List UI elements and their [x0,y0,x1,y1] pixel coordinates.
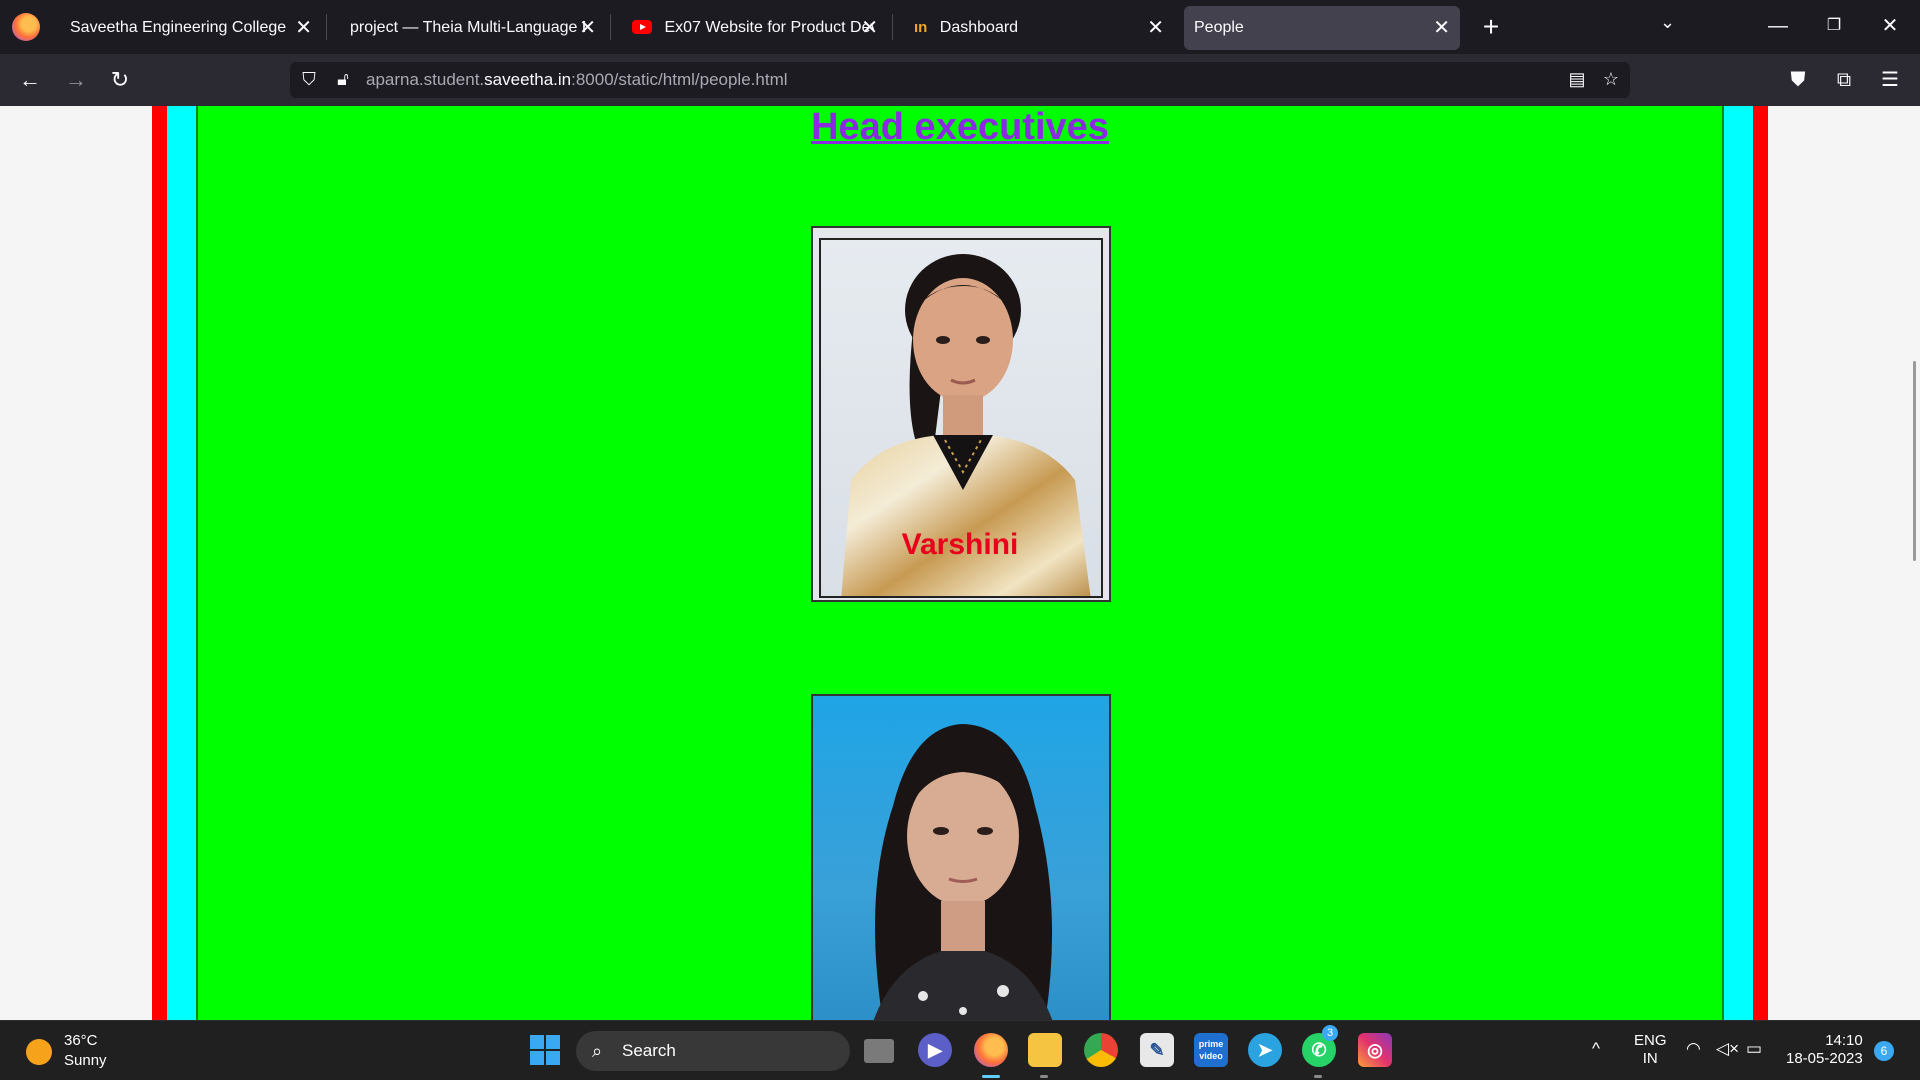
region-code: IN [1642,1050,1658,1067]
tab-strip: Saveetha Engineering College ✕ project —… [0,0,1920,54]
firefox-menu-icon[interactable] [12,13,40,41]
tab-youtube-ex07[interactable]: Ex07 Website for Product Devel ✕ [618,6,888,50]
clock-date: 18-05-2023 [1786,1050,1863,1067]
back-arrow-icon[interactable]: ← [12,62,48,98]
url-text[interactable]: aparna.student.saveetha.in:8000/static/h… [366,62,788,98]
close-tab-icon[interactable]: ✕ [579,6,596,50]
windows-logo-tile [546,1051,560,1065]
chevron-up-icon[interactable]: ^ [1592,1039,1600,1059]
portrait-image [873,724,1053,1020]
reader-view-icon[interactable]: ▤ [1566,68,1588,90]
speaker-muted-icon[interactable]: ◁× [1716,1039,1739,1059]
search-placeholder: Search [622,1041,676,1060]
tab-separator [326,14,327,40]
scrollbar[interactable] [1913,361,1916,561]
address-bar[interactable]: ⛉ 🔓︎ aparna.student.saveetha.in:8000/sta… [290,62,1630,98]
close-tab-icon[interactable]: ✕ [1433,6,1450,50]
windows-logo-tile [530,1035,544,1049]
tab-saveetha-college[interactable]: Saveetha Engineering College ✕ [56,6,322,50]
taskbar-search-box[interactable]: ⌕ Search [576,1031,850,1071]
firefox-taskbar-icon[interactable] [974,1033,1008,1067]
clock[interactable]: 14:10 18-05-2023 [1786,1032,1863,1068]
file-explorer-icon[interactable] [1028,1033,1062,1067]
restore-icon[interactable]: ❐ [1814,8,1854,44]
new-tab-button[interactable]: + [1474,10,1508,44]
clock-time: 14:10 [1825,1032,1863,1049]
url-domain: saveetha.in [484,70,572,89]
tab-label: project — Theia Multi-Language Ex [350,19,585,36]
tab-label: Dashboard [939,19,1019,36]
url-prefix: aparna.student. [366,70,485,89]
shield-icon[interactable]: ⛉ [298,68,320,90]
battery-icon[interactable]: ▭ [1746,1039,1762,1059]
windows-logo-tile [530,1051,544,1065]
instagram-icon[interactable]: ◎ [1358,1033,1392,1067]
dashboard-favicon-icon: ın [914,19,928,36]
whatsapp-badge: 3 [1322,1025,1338,1041]
page-heading[interactable]: Head executives [198,106,1722,149]
windows-logo-tile [546,1035,560,1049]
teams-chat-icon[interactable]: ▶ [918,1033,952,1067]
prime-video-icon[interactable]: prime video [1194,1033,1228,1067]
executive-photo [811,694,1111,1020]
page-viewport[interactable]: Head executives Varshini [0,106,1920,1020]
close-tab-icon[interactable]: ✕ [861,6,878,50]
tab-label: People [1194,19,1244,36]
url-path: :8000/static/html/people.html [571,70,788,89]
wifi-icon[interactable]: ◠ [1686,1039,1701,1059]
content-panel: Head executives Varshini [196,106,1724,1020]
running-app-indicator [1314,1075,1322,1078]
weather-temperature[interactable]: 36°C [64,1032,98,1049]
running-app-indicator [1040,1075,1048,1078]
telegram-icon[interactable]: ➤ [1248,1033,1282,1067]
navigation-toolbar: ← → ↻ ⛉ 🔓︎ aparna.student.saveetha.in:80… [0,54,1920,106]
weather-description[interactable]: Sunny [64,1052,107,1069]
tab-theia-project[interactable]: project — Theia Multi-Language Ex ✕ [336,6,606,50]
chrome-icon[interactable] [1084,1033,1118,1067]
task-view-icon[interactable] [864,1039,894,1063]
tab-separator [892,14,893,40]
tab-label: Saveetha Engineering College [70,19,287,36]
tab-people[interactable]: People ✕ [1184,6,1460,50]
person-name: Varshini [901,528,1019,561]
weather-sun-icon[interactable] [26,1039,52,1065]
list-all-tabs-icon[interactable]: ⌄ [1660,12,1675,33]
lock-warning-icon[interactable]: 🔓︎ [332,68,354,90]
tab-label: Ex07 Website for Product Devel [664,19,875,36]
language-code: ENG [1634,1032,1667,1049]
search-icon: ⌕ [592,1041,603,1061]
bookmark-star-icon[interactable]: ☆ [1600,68,1622,90]
notepad-icon[interactable]: ✎ [1140,1033,1174,1067]
language-indicator[interactable]: ENG IN [1634,1032,1667,1068]
start-windows-icon[interactable] [530,1035,560,1065]
extensions-icon[interactable]: ⧉ [1826,62,1862,98]
window-close-icon[interactable]: ✕ [1870,8,1910,44]
tab-dashboard[interactable]: ın Dashboard ✕ [900,6,1174,50]
minimize-icon[interactable]: — [1758,8,1798,44]
reload-icon[interactable]: ↻ [102,62,138,98]
close-tab-icon[interactable]: ✕ [1147,6,1164,50]
close-tab-icon[interactable]: ✕ [295,6,312,50]
youtube-icon [632,19,652,34]
windows-taskbar: 36°C Sunny ⌕ Search ▶ ✎ prime video ➤ ✆ … [0,1020,1920,1080]
notification-count-badge[interactable]: 6 [1874,1041,1894,1061]
forward-arrow-icon[interactable]: → [58,62,94,98]
app-menu-icon[interactable]: ☰ [1872,62,1908,98]
active-app-indicator [982,1075,1000,1078]
pocket-icon[interactable]: ⛊ [1780,62,1816,98]
tab-separator [610,14,611,40]
